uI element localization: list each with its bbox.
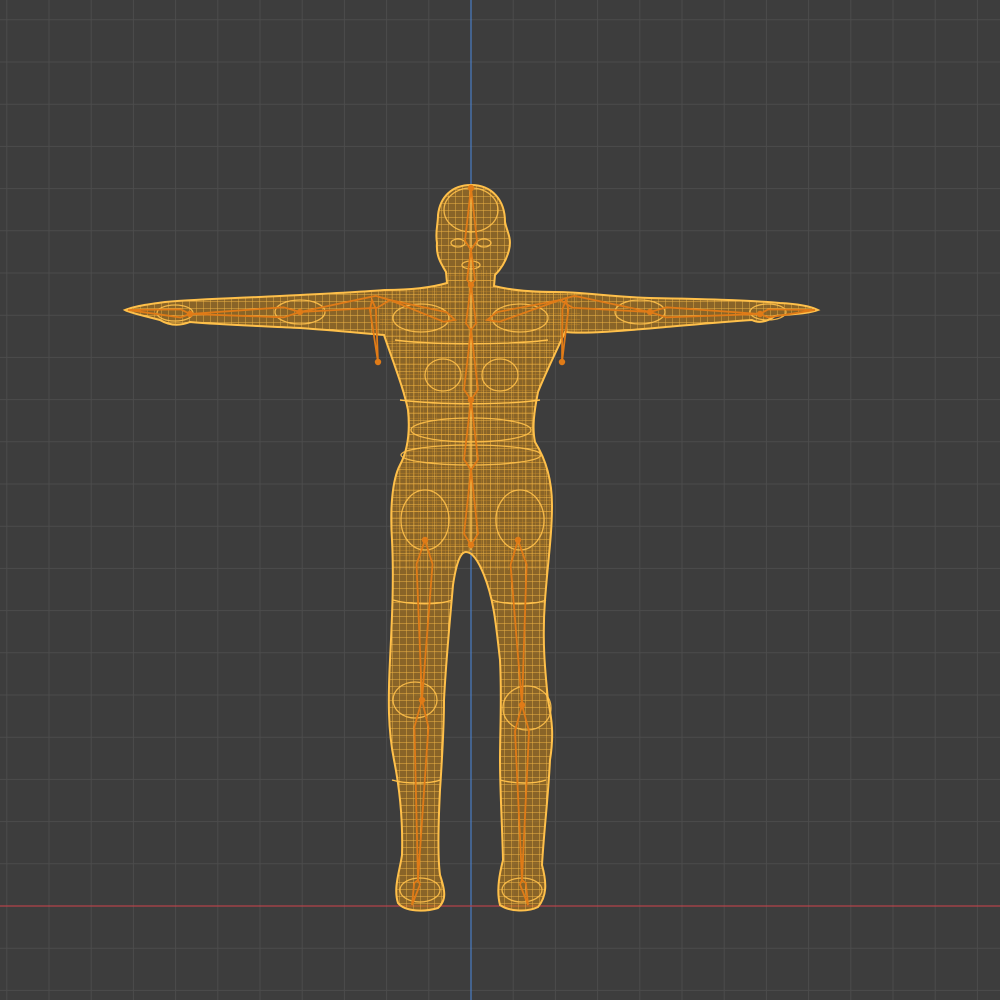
bone-joint[interactable] — [518, 701, 526, 709]
bone-joint[interactable] — [374, 358, 382, 366]
bone-joint[interactable] — [421, 536, 429, 544]
bone-joint[interactable] — [467, 184, 475, 192]
viewport-canvas[interactable] — [0, 0, 1000, 1000]
bone-joint[interactable] — [467, 396, 475, 404]
bone-joint[interactable] — [296, 308, 304, 316]
human-mesh-wireframe[interactable] — [100, 180, 840, 920]
bone-joint[interactable] — [558, 358, 566, 366]
bone-joint[interactable] — [418, 696, 426, 704]
bone-joint[interactable] — [467, 541, 475, 549]
3d-viewport[interactable] — [0, 0, 1000, 1000]
bone-joint[interactable] — [756, 310, 764, 318]
bone-joint[interactable] — [514, 536, 522, 544]
bone-joint[interactable] — [467, 281, 475, 289]
bone-joint[interactable] — [186, 310, 194, 318]
bone-joint[interactable] — [646, 308, 654, 316]
mesh-wire-lattice-dense — [380, 270, 580, 570]
